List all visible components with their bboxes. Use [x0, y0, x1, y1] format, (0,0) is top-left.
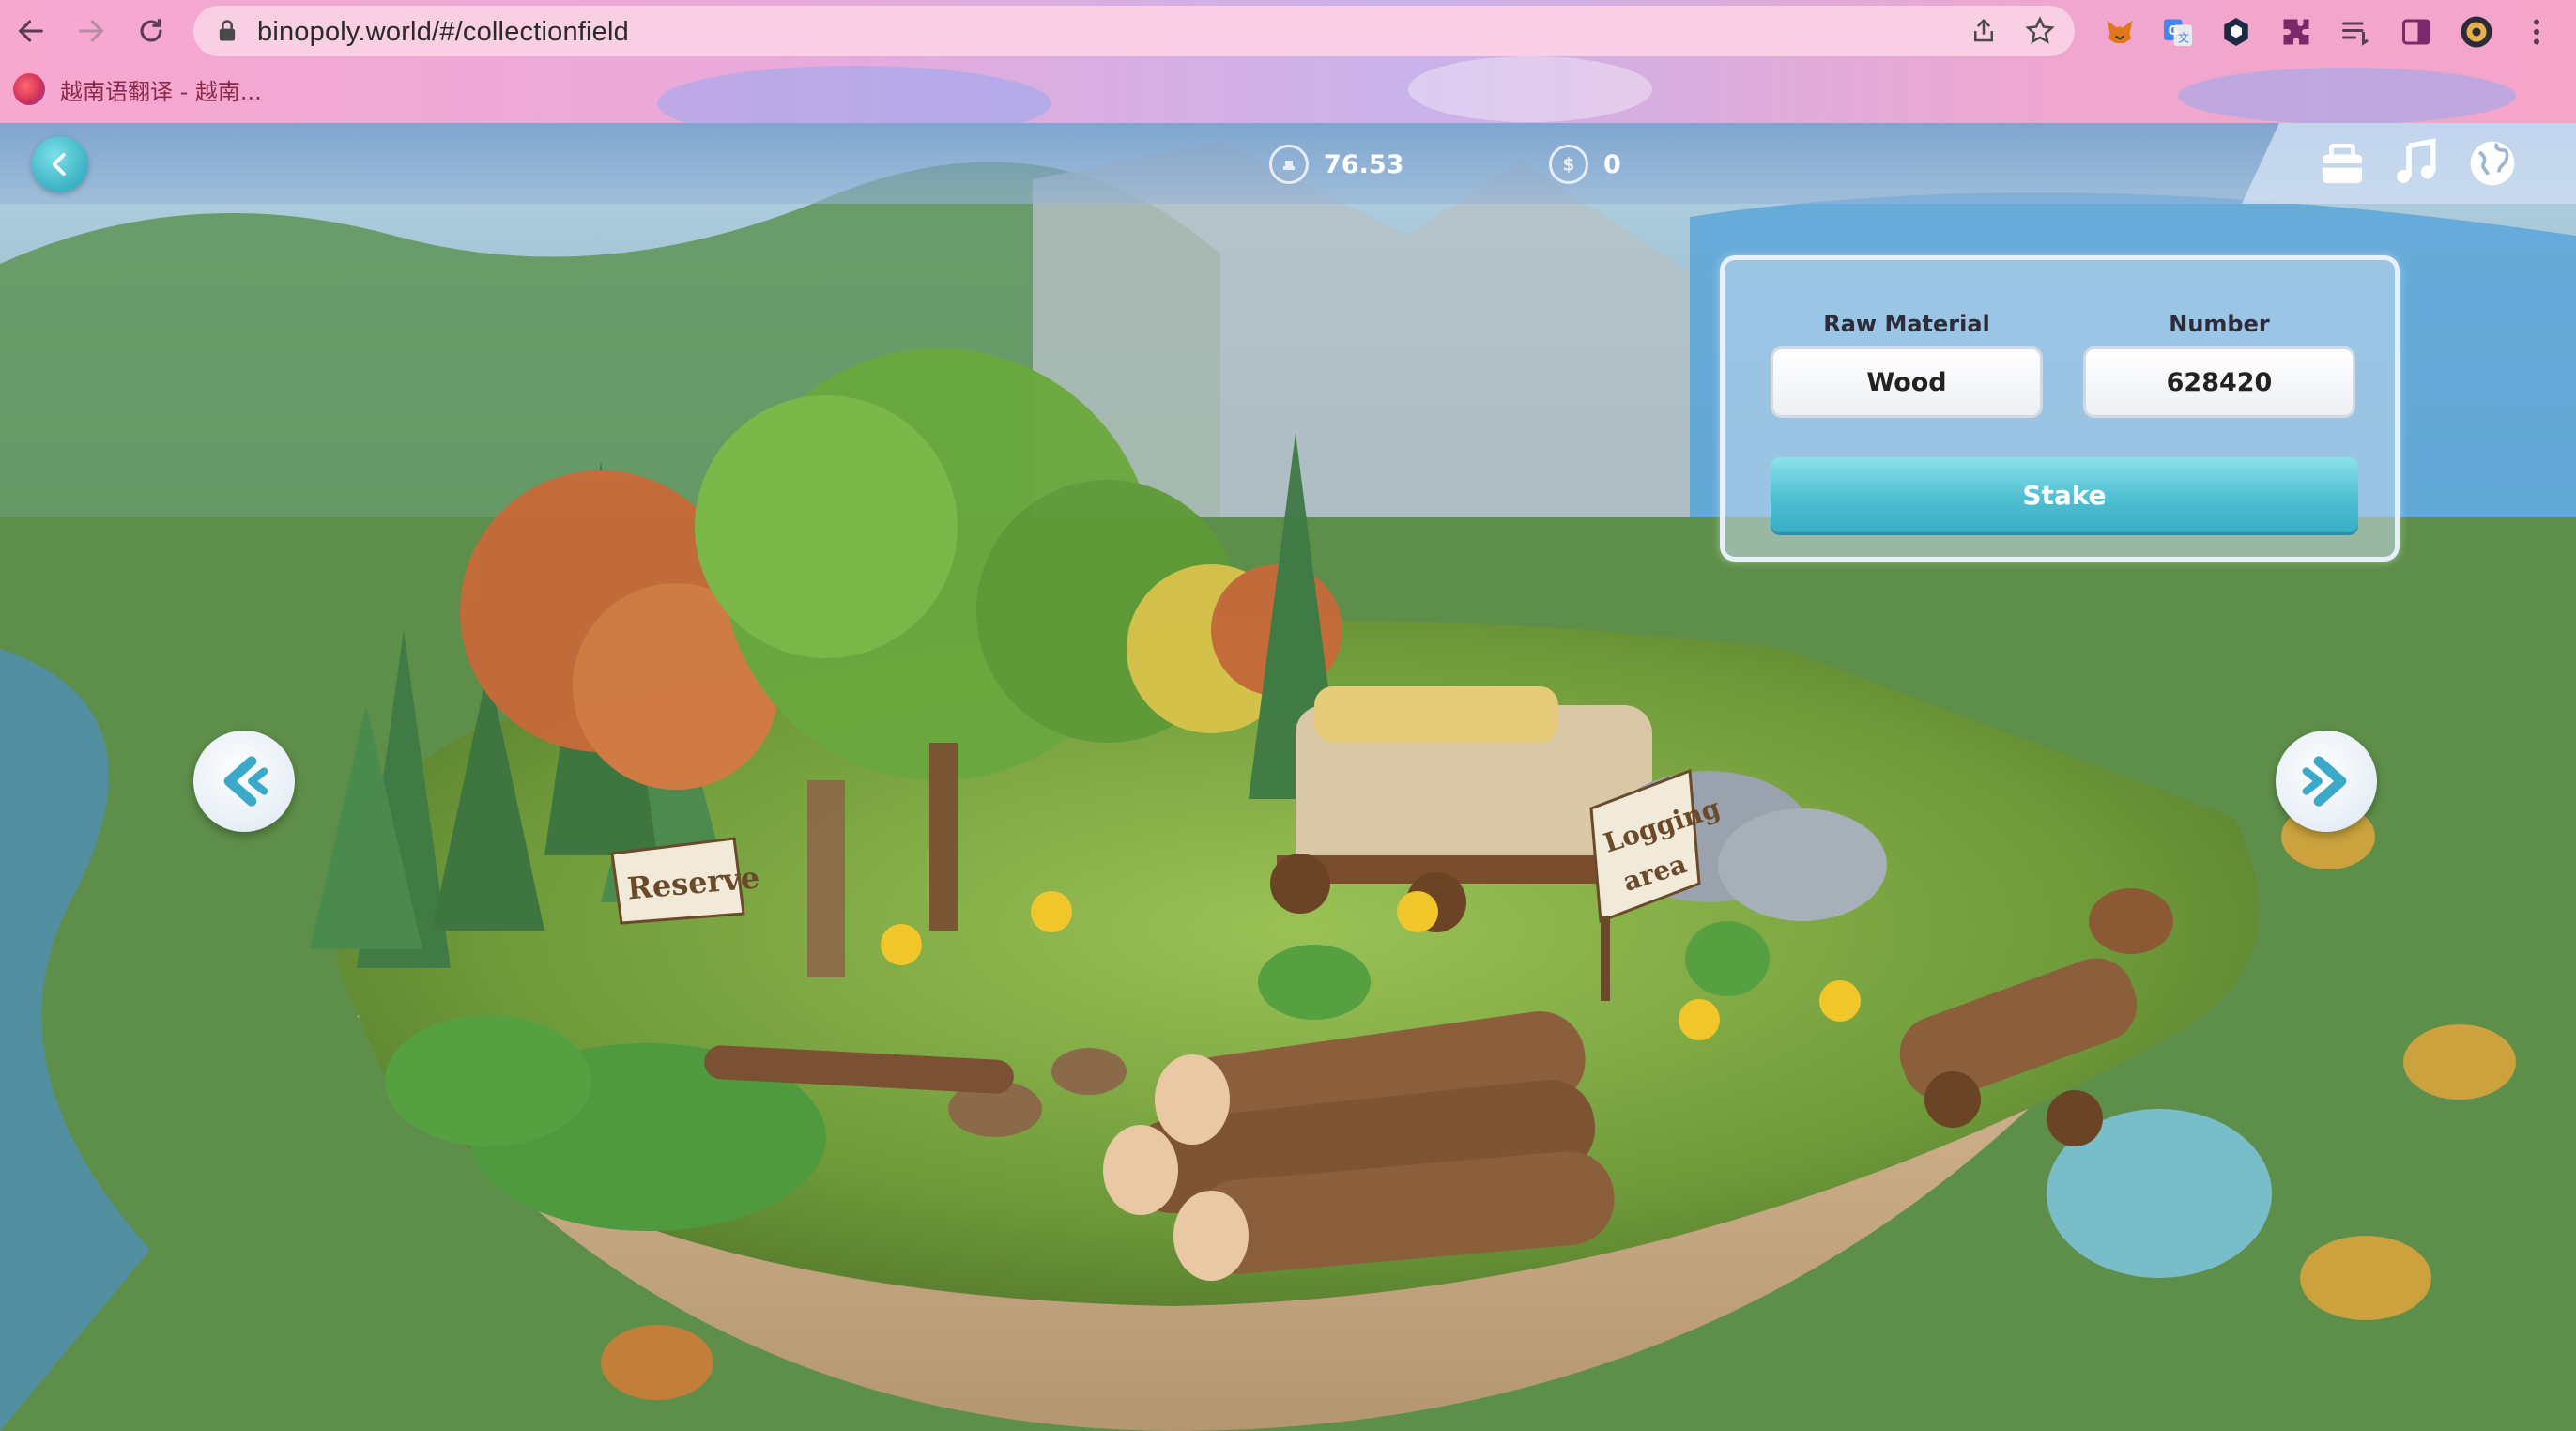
- kebab-menu-icon[interactable]: [2516, 11, 2557, 53]
- lock-icon: [219, 20, 236, 41]
- arrow-left-icon: [223, 756, 268, 807]
- token-coin-icon: [1269, 145, 1309, 184]
- google-translate-icon[interactable]: G文: [2157, 11, 2199, 53]
- bookmark-label: 越南语翻译 - 越南...: [60, 78, 262, 105]
- raw-material-label: Raw Material: [1823, 311, 1990, 337]
- address-bar[interactable]: binopoly.world/#/collectionfield: [193, 6, 2075, 56]
- extension-hex-icon[interactable]: [2216, 11, 2257, 53]
- dollar-balance-value: 0: [1603, 149, 1621, 179]
- backpack-icon[interactable]: [2313, 134, 2371, 192]
- dollar-coin-icon: $: [1549, 145, 1588, 184]
- number-label: Number: [2169, 311, 2270, 337]
- side-panel-icon[interactable]: [2396, 11, 2437, 53]
- decor-blob: [1408, 56, 1652, 122]
- metamask-fox-icon[interactable]: [2099, 11, 2140, 53]
- stake-panel: Raw Material Number Wood 628420 Stake: [1720, 255, 2400, 562]
- puzzle-icon[interactable]: [2276, 11, 2317, 53]
- bookmark-item[interactable]: 越南语翻译 - 越南...: [13, 71, 262, 107]
- decor-blob: [2178, 68, 2516, 124]
- url-text: binopoly.world/#/collectionfield: [257, 17, 629, 47]
- next-field-button[interactable]: [2276, 731, 2377, 832]
- forward-arrow-icon[interactable]: [69, 9, 113, 53]
- share-icon[interactable]: [1970, 17, 1998, 45]
- svg-text:文: 文: [2178, 31, 2189, 45]
- globe-icon[interactable]: [2463, 134, 2522, 192]
- chevron-left-icon: [52, 153, 66, 176]
- svg-text:$: $: [1563, 156, 1575, 176]
- raw-material-field[interactable]: Wood: [1771, 346, 2043, 418]
- stake-button[interactable]: Stake: [1771, 457, 2358, 532]
- token-balance-value: 76.53: [1324, 149, 1404, 179]
- token-balance: 76.53: [1269, 141, 1403, 188]
- star-icon[interactable]: [2024, 15, 2056, 47]
- dollar-balance: $ 0: [1549, 141, 1621, 188]
- reload-icon[interactable]: [130, 9, 173, 53]
- reading-list-icon[interactable]: [2336, 11, 2377, 53]
- arrow-right-icon: [2302, 756, 2347, 807]
- game-back-button[interactable]: [32, 136, 88, 192]
- svg-text:G: G: [2169, 23, 2179, 38]
- previous-field-button[interactable]: [193, 731, 295, 832]
- bookmark-favicon: [13, 73, 45, 105]
- back-arrow-icon[interactable]: [9, 9, 53, 53]
- number-field[interactable]: 628420: [2083, 346, 2355, 418]
- profile-avatar[interactable]: [2456, 11, 2497, 53]
- music-note-icon[interactable]: [2386, 134, 2445, 192]
- browser-toolbar: binopoly.world/#/collectionfield G文 越南语翻…: [0, 0, 2576, 141]
